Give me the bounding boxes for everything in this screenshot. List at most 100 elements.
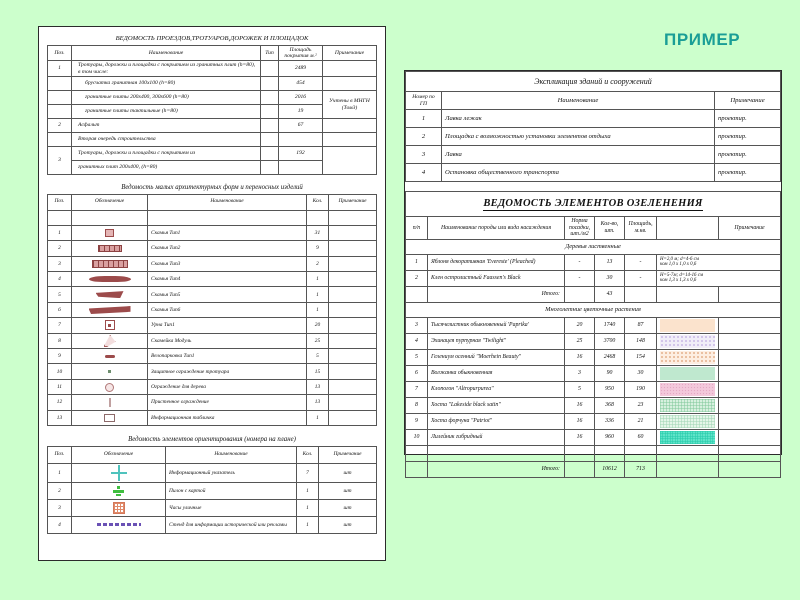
cell-note [718, 332, 781, 350]
cell-type [260, 90, 279, 106]
cell-area: - [624, 253, 657, 271]
table-row: 11 Ограждение для дерева 13 [47, 378, 377, 396]
cell-index: 2 [405, 269, 428, 287]
urn-icon [75, 319, 144, 331]
cell-qty: 1 [306, 301, 329, 319]
cell-name: Скамья Тип4 [147, 271, 307, 288]
col-symbol: Обозначение [71, 194, 148, 211]
table-row: 10 Лилейник гибридный 16 960 60 [405, 428, 781, 446]
bench-type5-icon [75, 288, 144, 300]
cell-qty: 950 [594, 380, 625, 398]
cell-note [328, 286, 377, 303]
cell-name: Скамейка Модуль [147, 332, 307, 350]
cell-blank [405, 444, 428, 462]
cell-note [718, 412, 781, 430]
cell-index: 6 [405, 364, 428, 382]
cell-index: 7 [405, 380, 428, 398]
cell-blank [564, 444, 595, 462]
col-area: Площадь, м.кв. [624, 216, 657, 240]
forms-table-title: Ведомость малых архитектурных форм и пер… [121, 184, 303, 192]
cell-qty: 13 [594, 253, 625, 271]
cell-note: Н=5-7м; d=14-16 см ком 1,3 х 1,3 х 0,6 [656, 269, 781, 287]
col-pos: Поз. [47, 194, 72, 211]
bench-type6-icon [75, 304, 144, 316]
cell-species: Гелениум осенний "Moerhein Beauty" [427, 348, 565, 366]
table-row: 3 Тысячелистник обыкновенный 'Paprika' 2… [405, 316, 781, 334]
table-caption-row: ВЕДОМОСТЬ ЭЛЕМЕНТОВ ОЗЕЛЕНЕНИЯ [405, 191, 781, 217]
table-header-row: Поз. Обозначение Наименование Кол. Приме… [47, 445, 377, 464]
cell-area: 23 [624, 396, 657, 414]
cell-name: Пилон с картой [165, 481, 297, 500]
forms-table-body: 1 Скамья Тип1 31 2 Скамья Тип2 9 3 Скамь… [47, 209, 377, 426]
cell-pos: 12 [47, 394, 72, 411]
table-row: 2 Пилон с картой 1 шт [47, 481, 377, 500]
cell-note: шт [318, 515, 377, 534]
cell-symbol [71, 301, 148, 319]
cell-area: 2489 [278, 60, 323, 78]
table-row: 4 Скамья Тип4 1 [47, 271, 377, 288]
cell-note [718, 460, 781, 478]
table-header-row: Поз. Обозначение Наименование Кол. Приме… [47, 194, 377, 211]
cell-area: 2016 [278, 90, 323, 106]
module-bench-icon [75, 334, 144, 347]
cell-name: Тротуары, дорожки и площадки с покрытием… [71, 60, 261, 78]
grand-total-area: 713 [624, 460, 657, 478]
cell-name: брусчатка гранитная 100х100 (h=80) [71, 76, 261, 92]
roads-table-body: 1 Тротуары, дорожки и площадки с покрыти… [47, 60, 377, 176]
bench-type3-icon [75, 258, 144, 270]
table-row: 10 Защитное ограждение тротуара 15 [47, 363, 377, 380]
cell-note: шт [318, 498, 377, 517]
cell-pos: 13 [47, 409, 72, 426]
cell-number: 3 [405, 145, 442, 164]
cell-name: Лавка лежак [441, 109, 715, 128]
cell-blank [656, 285, 719, 303]
cell-blank [328, 209, 377, 226]
col-symbol: Обозначение [71, 445, 166, 464]
cell-symbol [71, 348, 148, 365]
cell-note: шт [318, 481, 377, 500]
bench-type4-icon [75, 273, 144, 285]
col-pos: Поз. [47, 445, 72, 464]
table-row: 2 Площадка с возможностью установки элем… [405, 127, 782, 146]
cell-type [260, 118, 279, 134]
cell-note: проектир. [713, 163, 782, 182]
cell-symbol [71, 240, 148, 257]
cell-area: 67 [278, 118, 323, 134]
cell-pos: 1 [47, 462, 72, 483]
bollard-icon [75, 396, 144, 408]
example-banner-label: ПРИМЕР [664, 30, 741, 49]
swatch-color [660, 318, 715, 332]
bench-type2-icon [75, 242, 144, 254]
cell-name: Скамья Тип2 [147, 240, 307, 257]
cell-qty: 368 [594, 396, 625, 414]
cell-symbol [71, 271, 148, 288]
section-row-flowers: Многолетние цветочные растения [405, 301, 781, 318]
cell-swatch [656, 428, 719, 446]
cell-note [718, 396, 781, 414]
cell-pos: 6 [47, 301, 72, 319]
cell-area: 192 [278, 146, 323, 162]
table-row: 5 Скамья Тип5 1 [47, 286, 377, 303]
cell-note [322, 60, 377, 78]
cell-area: 60 [624, 428, 657, 446]
planting-table-body: ВЕДОМОСТЬ ЭЛЕМЕНТОВ ОЗЕЛЕНЕНИЯ п/п Наиме… [405, 191, 781, 478]
bike-rack-icon [75, 350, 144, 362]
cell-index: 9 [405, 412, 428, 430]
swatch-color [660, 414, 715, 428]
cell-note: проектир. [713, 145, 782, 164]
cell-pos: 2 [47, 481, 72, 500]
table-row: 13 Информационная табличка 1 [47, 409, 377, 426]
cell-note [328, 224, 377, 242]
cell-area: 21 [624, 412, 657, 430]
cell-name: гранитные плиты 200х400, 300х600 (h=80) [71, 90, 261, 106]
table-header-row: Поз. Наименование Тип Площадь покрытия м… [47, 44, 377, 62]
table-row: 4 Стенд для информации исторической или … [47, 515, 377, 534]
cell-note [322, 76, 377, 92]
cell-note [328, 332, 377, 350]
col-name: Наименование [71, 44, 261, 62]
cell-symbol [71, 481, 166, 500]
cell-name: Вторая очередь строительства [71, 132, 261, 148]
cell-norm: 16 [564, 348, 595, 366]
cell-index: 3 [405, 316, 428, 334]
cell-blank [564, 285, 595, 303]
